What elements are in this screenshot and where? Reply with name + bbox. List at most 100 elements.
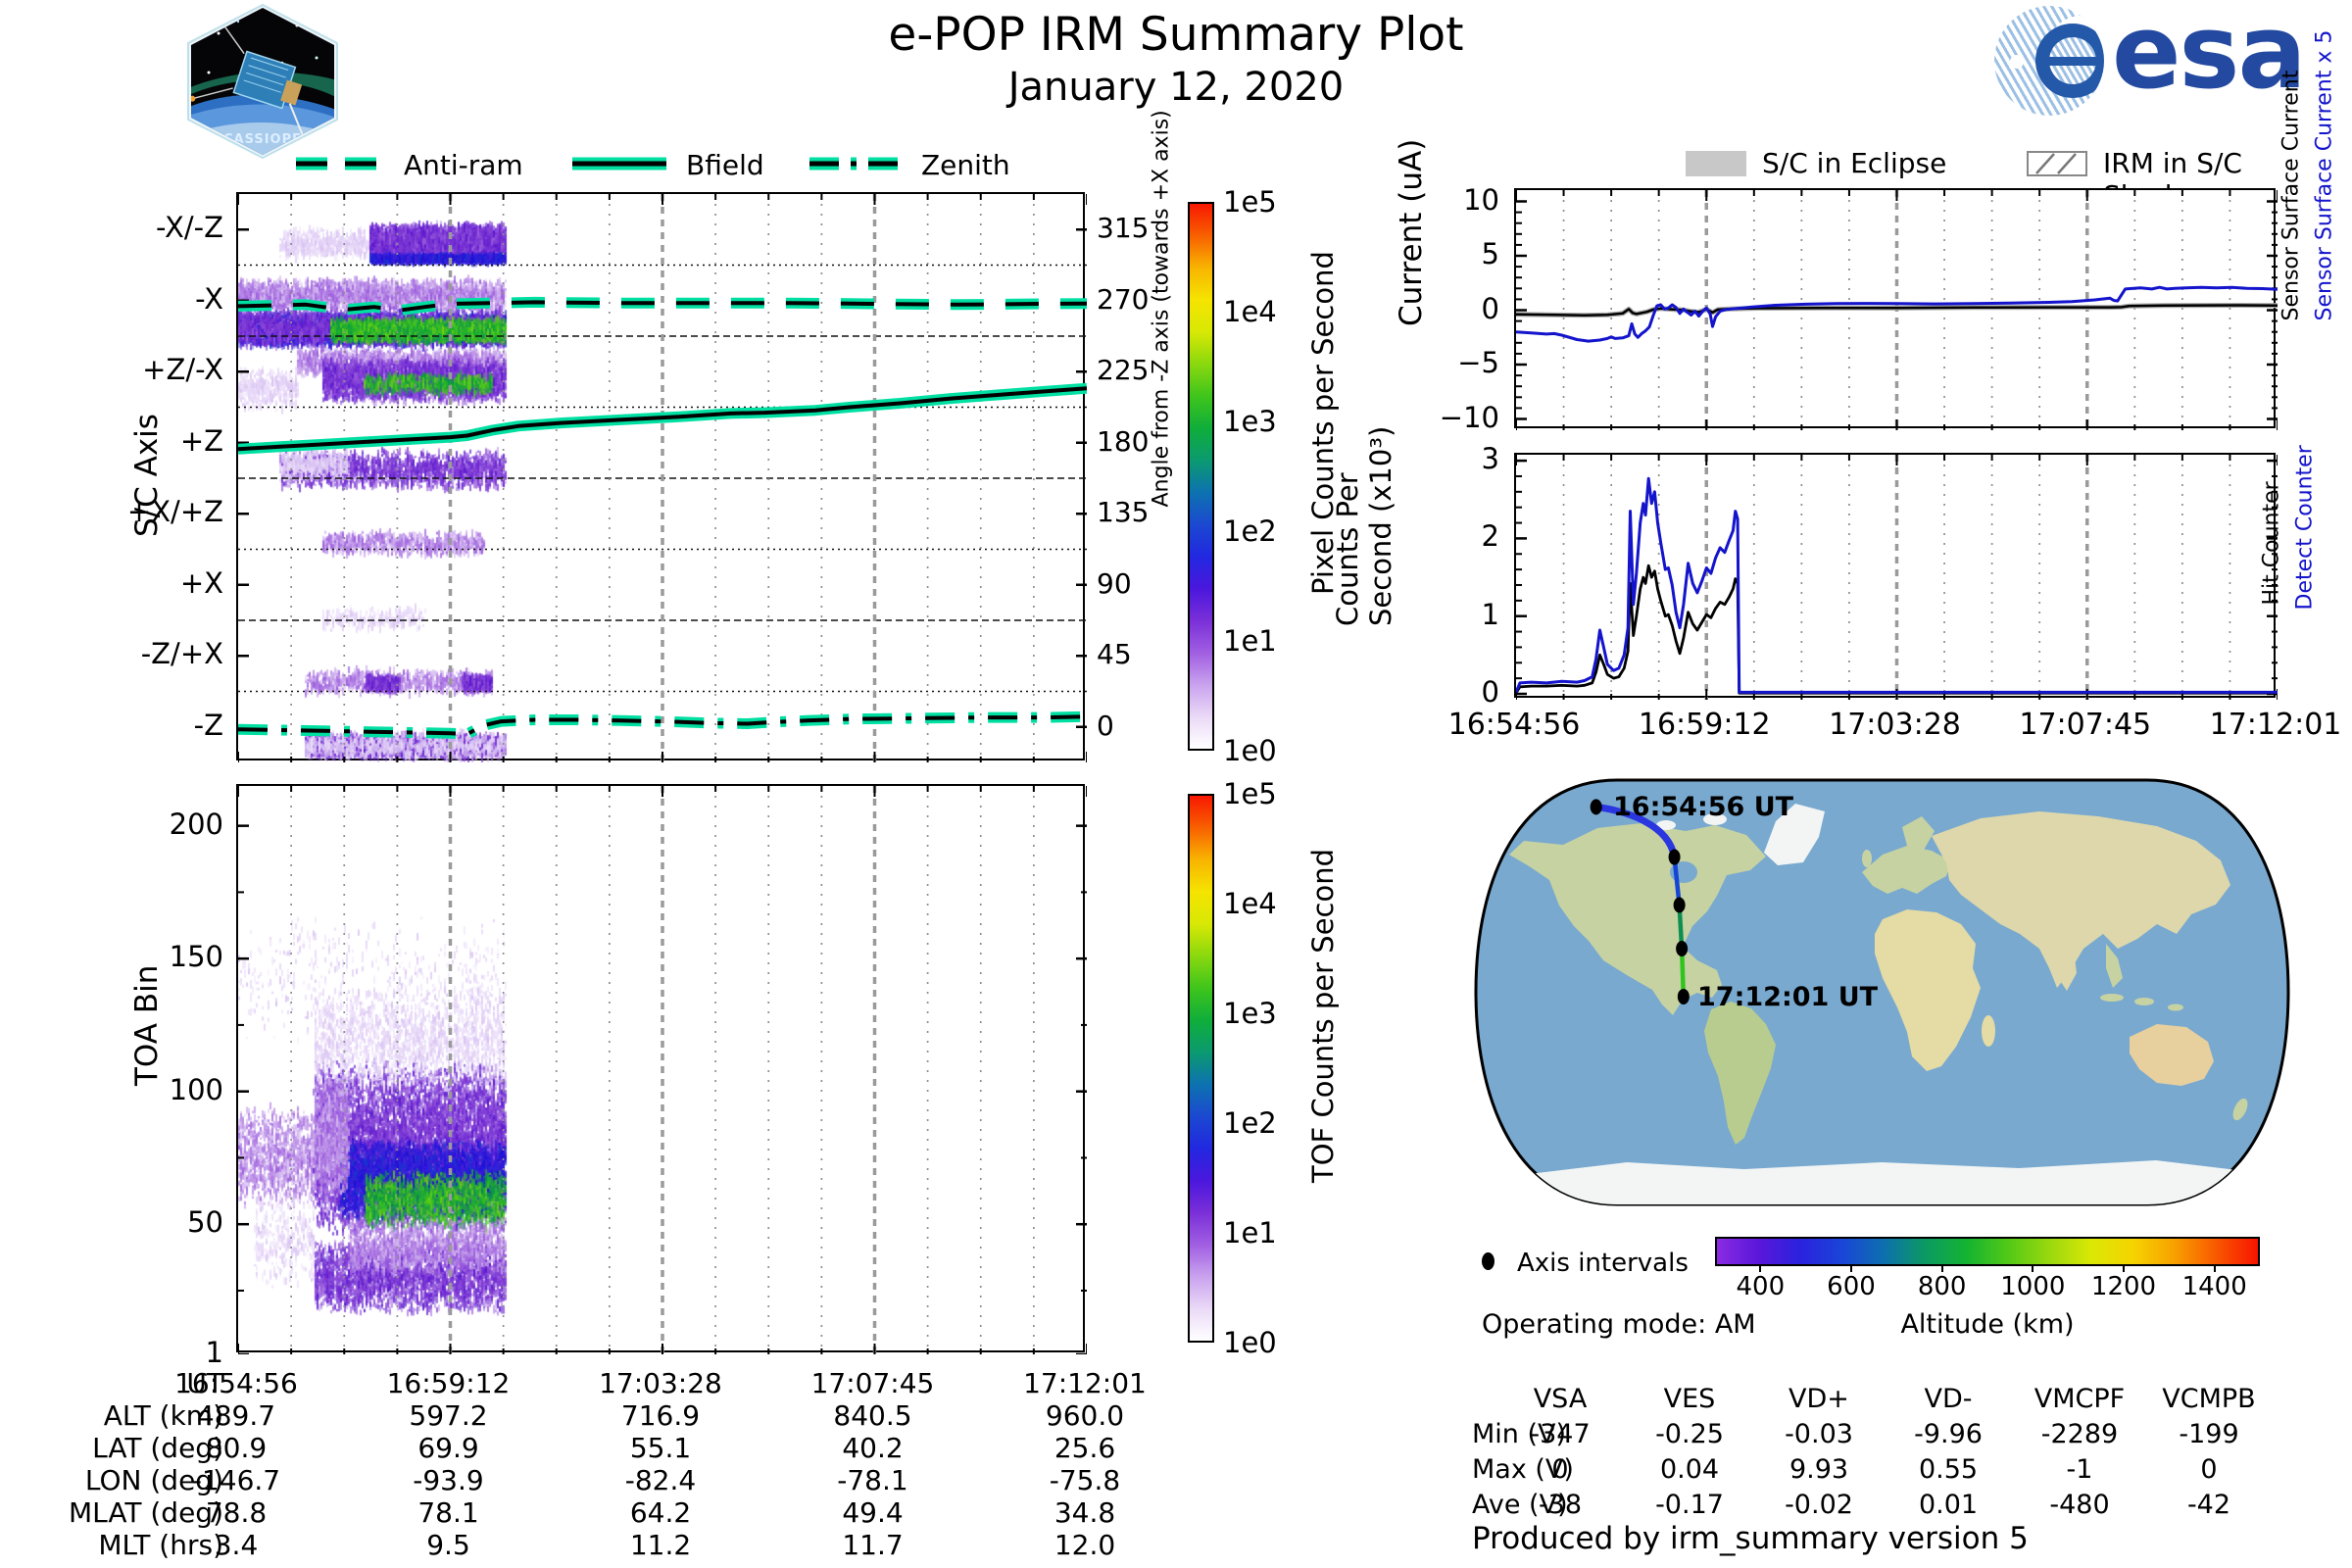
eph-cell: 78.1 xyxy=(341,1496,557,1529)
track-start-label: 16:54:56 UT xyxy=(1613,792,1793,822)
eph-cell: -82.4 xyxy=(553,1464,768,1496)
cb-tick-1e2: 1e2 xyxy=(1223,1106,1311,1140)
toa-tick-100: 100 xyxy=(127,1073,223,1106)
toa-tick-1: 1 xyxy=(127,1336,223,1369)
cb-tick-1e3: 1e3 xyxy=(1223,997,1311,1030)
axis-right-label: Angle from -Z axis (towards +X axis) xyxy=(1150,341,1174,508)
cb-tick-1e2: 1e2 xyxy=(1223,514,1311,548)
zenith-dashdot-swatch-icon xyxy=(808,157,902,171)
current-right-label-blue: Sensor Surface Current x 5 xyxy=(2313,145,2337,321)
cassiope-mission-patch-icon: CASSIOPE xyxy=(179,4,346,159)
legend-zenith: Zenith xyxy=(921,149,1010,181)
cur-tick--10: −10 xyxy=(1401,401,1499,434)
time-tick-17:03:28: 17:03:28 xyxy=(1788,708,2003,742)
eph-cell: 9.5 xyxy=(341,1529,557,1561)
alt-tickmark xyxy=(2214,1264,2216,1272)
eph-cell: 716.9 xyxy=(553,1399,768,1432)
eclipse-gray-swatch-icon xyxy=(1686,151,1746,176)
cb-tick-1e1: 1e1 xyxy=(1223,624,1311,658)
counts-right-label-black: Hit Counter xyxy=(2260,488,2284,606)
eph-cell: 69.9 xyxy=(341,1432,557,1464)
eph-cell: 80.9 xyxy=(128,1432,344,1464)
time-tick-17:12:01: 17:12:01 xyxy=(2168,708,2352,742)
current-plot-canvas xyxy=(1516,190,2278,430)
esa-logo-text: esa xyxy=(2112,0,2305,112)
alt-tick-800: 800 xyxy=(1903,1272,1982,1301)
alt-tick-600: 600 xyxy=(1812,1272,1890,1301)
page-date: January 12, 2020 xyxy=(490,65,1862,110)
eph-cell: 16:59:12 xyxy=(341,1367,557,1399)
tof-counts-colorbar-title: TOF Counts per Second xyxy=(1306,850,1340,1183)
legend-sc-eclipse: S/C in Eclipse xyxy=(1762,147,1946,179)
cur-tick-5: 5 xyxy=(1401,237,1499,270)
angle-tick-0: 0 xyxy=(1097,710,1175,742)
eph-cell: 64.2 xyxy=(553,1496,768,1529)
eph-cell: 40.2 xyxy=(765,1432,981,1464)
current-right-label-black: Sensor Surface Current xyxy=(2279,165,2304,321)
alt-tick-1000: 1000 xyxy=(1993,1272,2072,1301)
eph-cell: 25.6 xyxy=(977,1432,1193,1464)
altitude-colorbar-label: Altitude (km) xyxy=(1715,1309,2260,1340)
cnt-tick-2: 2 xyxy=(1431,519,1499,553)
toa-plot-ylabel: TOA Bin xyxy=(129,968,165,1086)
alt-tickmark xyxy=(2032,1264,2034,1272)
cb-tick-1e4: 1e4 xyxy=(1223,295,1311,328)
vtable-cell: -199 xyxy=(2131,1419,2287,1449)
cur-tick-10: 10 xyxy=(1401,183,1499,217)
toa-overlay xyxy=(238,786,1087,1354)
alt-tick-1400: 1400 xyxy=(2176,1272,2254,1301)
eph-cell: 17:03:28 xyxy=(553,1367,768,1399)
eph-cell: 840.5 xyxy=(765,1399,981,1432)
time-tick-17:07:45: 17:07:45 xyxy=(1978,708,2193,742)
vtable-cell: -42 xyxy=(2131,1490,2287,1520)
eph-cell: 489.7 xyxy=(128,1399,344,1432)
tof-counts-colorbar xyxy=(1188,794,1214,1343)
alt-tickmark xyxy=(1759,1264,1761,1272)
eph-cell: 55.1 xyxy=(553,1432,768,1464)
eph-cell: 12.0 xyxy=(977,1529,1193,1561)
cb-tick-1e3: 1e3 xyxy=(1223,405,1311,438)
eph-cell: 597.2 xyxy=(341,1399,557,1432)
cur-tick--5: −5 xyxy=(1401,346,1499,379)
pointing-legend: Anti-ram Bfield Zenith xyxy=(294,145,1078,180)
eph-cell: 49.4 xyxy=(765,1496,981,1529)
sc-axis-overlay xyxy=(238,194,1087,762)
band-label-+X/+Z: +X/+Z xyxy=(59,495,223,528)
figure-root: CASSIOPE e-POP IRM Summary Plot January … xyxy=(0,0,2352,1568)
vtable-header-VCMPB: VCMPB xyxy=(2131,1384,2287,1414)
eph-cell: 960.0 xyxy=(977,1399,1193,1432)
eph-cell: 17:12:01 xyxy=(977,1367,1193,1399)
cnt-tick-0: 0 xyxy=(1431,675,1499,709)
bfield-solid-swatch-icon xyxy=(570,157,668,171)
counts-plot-ylabel: Counts Per Second (x10³) xyxy=(1331,509,1397,626)
alt-tickmark xyxy=(1941,1264,1943,1272)
toa-tick-50: 50 xyxy=(127,1205,223,1239)
eclipse-legend: S/C in Eclipse IRM in S/C Shadow xyxy=(1686,145,2352,180)
toa-bin-plot xyxy=(236,784,1085,1352)
ground-track-map: 16:54:56 UT 17:12:01 UT xyxy=(1470,774,2294,1210)
band-label-+X: +X xyxy=(59,566,223,600)
eph-cell: 78.8 xyxy=(128,1496,344,1529)
eph-cell: 3.4 xyxy=(128,1529,344,1561)
angle-tick-90: 90 xyxy=(1097,567,1175,600)
patch-label: CASSIOPE xyxy=(223,132,302,147)
toa-tick-150: 150 xyxy=(127,940,223,973)
cb-tick-1e5: 1e5 xyxy=(1223,777,1311,810)
irm-shadow-hatch-swatch-icon xyxy=(2027,151,2087,176)
cb-tick-1e5: 1e5 xyxy=(1223,185,1311,219)
eph-cell: 11.7 xyxy=(765,1529,981,1561)
sc-axis-plot xyxy=(236,192,1085,760)
vtable-cell: 0 xyxy=(2131,1454,2287,1485)
counts-right-label-blue: Detect Counter xyxy=(2293,473,2318,611)
time-tick-16:54:56: 16:54:56 xyxy=(1406,708,1622,742)
eph-cell: -75.8 xyxy=(977,1464,1193,1496)
track-end-label: 17:12:01 UT xyxy=(1697,982,1878,1012)
produced-by-footer: Produced by irm_summary version 5 xyxy=(1472,1521,2029,1556)
alt-tickmark xyxy=(1850,1264,1852,1272)
counts-plot-canvas xyxy=(1516,455,2278,700)
legend-bfield: Bfield xyxy=(686,149,764,181)
alt-tickmark xyxy=(2123,1264,2125,1272)
band-label--X: -X xyxy=(59,282,223,316)
alt-tick-1200: 1200 xyxy=(2084,1272,2163,1301)
eph-cell: 11.2 xyxy=(553,1529,768,1561)
